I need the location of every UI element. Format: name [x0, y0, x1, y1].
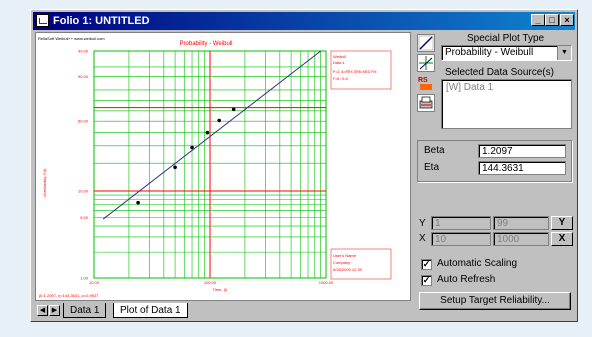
data-source-list[interactable]: [W] Data 1 [441, 79, 572, 129]
tab-next-icon[interactable]: ▶ [49, 305, 60, 316]
data-point [217, 118, 221, 123]
title-bar[interactable]: Folio 1: UNTITLED _ □ × [33, 12, 575, 30]
plot-footer: β=1.2097, η=144.3631, ρ=0.9927 [39, 293, 99, 298]
x-min-field[interactable]: 10 [431, 232, 491, 246]
legend-box: Weibull Data 1 P=2, A=RRX SRM MED FM F=8… [330, 50, 392, 90]
tab-data-1[interactable]: Data 1 [63, 303, 107, 318]
x-axis-label: Time, (t) [213, 287, 228, 292]
user-info-box: User's Name Company 6/28/2000 12:30 [330, 248, 392, 280]
probability-plot[interactable]: ReliaSoft Weibull++ www.weibull.com Prob… [36, 33, 410, 300]
y-tick-label: 5.00 [80, 215, 89, 220]
folio-app-icon[interactable] [36, 14, 49, 27]
print-icon[interactable] [417, 94, 435, 112]
tab-prev-icon[interactable]: ◀ [37, 305, 48, 316]
close-button[interactable]: × [560, 14, 574, 26]
svg-text:RS: RS [418, 77, 428, 84]
y-axis-button[interactable]: Y [551, 216, 573, 230]
y-tick-label: 50.00 [78, 119, 89, 124]
legend-line-3: P=2, A=RRX SRM MED FM [333, 70, 376, 74]
data-point [231, 107, 236, 112]
beta-label: Beta [424, 145, 445, 156]
y-max-field[interactable]: 99 [493, 216, 549, 230]
special-plot-label: Special Plot Type [467, 33, 545, 44]
user-company: Company [333, 260, 350, 265]
y-min-field[interactable]: 1 [431, 216, 491, 230]
y-axis-label: Unreliability, F(t) [42, 168, 47, 197]
user-date: 6/28/2000 12:30 [333, 267, 363, 272]
auto-scaling-label: Automatic Scaling [437, 258, 518, 269]
data-point [190, 145, 194, 150]
data-point [136, 200, 140, 205]
legend-line-2: Data 1 [333, 60, 346, 65]
legend-line-4: F=8 / S=0 [333, 77, 348, 81]
plot-caption: ReliaSoft Weibull++ www.weibull.com [38, 36, 105, 41]
data-point [205, 130, 210, 135]
setup-target-reliability-button[interactable]: Setup Target Reliability... [419, 292, 571, 310]
plot-area[interactable]: ReliaSoft Weibull++ www.weibull.com Prob… [35, 32, 411, 301]
y-range-label: Y [419, 218, 426, 229]
plot-type-select[interactable]: Probability - Weibull ▼ [441, 45, 572, 61]
user-name: User's Name [333, 253, 357, 258]
minimize-button[interactable]: _ [531, 14, 545, 26]
chevron-down-icon[interactable]: ▼ [557, 46, 571, 60]
auto-scaling-checkbox[interactable]: ✓ [421, 259, 432, 270]
data-source-item[interactable]: [W] Data 1 [446, 82, 567, 93]
parameters-group: Beta 1.2097 Eta 144.3631 [417, 140, 572, 182]
sheet-tabs-bar: ◀ ▶ Data 1 Plot of Data 1 [35, 303, 411, 319]
x-tick-label: 1000.00 [319, 280, 334, 285]
data-point [173, 165, 177, 170]
x-axis-button[interactable]: X [551, 232, 573, 246]
legend-line-1: Weibull [333, 54, 346, 59]
x-tick-label: 100.00 [204, 280, 217, 285]
control-panel: RS Special Plot Type Probability - Weibu… [415, 32, 575, 310]
plot-grid [93, 50, 327, 279]
data-source-label: Selected Data Source(s) [445, 67, 554, 78]
plot-type-value: Probability - Weibull [445, 47, 534, 58]
y-tick-label: 1.00 [80, 276, 89, 281]
crosshair-icon[interactable] [417, 54, 435, 72]
y-tick-label: 99.00 [78, 49, 89, 54]
eta-label: Eta [424, 162, 440, 173]
x-tick-label: 10.00 [89, 280, 100, 285]
tab-plot-of-data-1[interactable]: Plot of Data 1 [113, 303, 188, 318]
maximize-button[interactable]: □ [545, 14, 559, 26]
y-tick-label: 90.00 [78, 74, 89, 79]
folio-window: Folio 1: UNTITLED _ □ × ReliaSoft Weibul… [30, 9, 578, 322]
plot-type-icon[interactable] [417, 34, 435, 52]
plot-title: Probability - Weibull [180, 41, 233, 47]
auto-refresh-label: Auto Refresh [437, 274, 496, 285]
window-title: Folio 1: UNTITLED [53, 15, 150, 27]
beta-field[interactable]: 1.2097 [478, 144, 566, 158]
x-range-label: X [419, 233, 426, 244]
auto-refresh-checkbox[interactable]: ✓ [421, 275, 432, 286]
rs-data-icon[interactable]: RS [417, 74, 435, 92]
y-tick-label: 10.00 [78, 188, 89, 193]
x-max-field[interactable]: 1000 [493, 232, 549, 246]
eta-field[interactable]: 144.3631 [478, 161, 566, 175]
